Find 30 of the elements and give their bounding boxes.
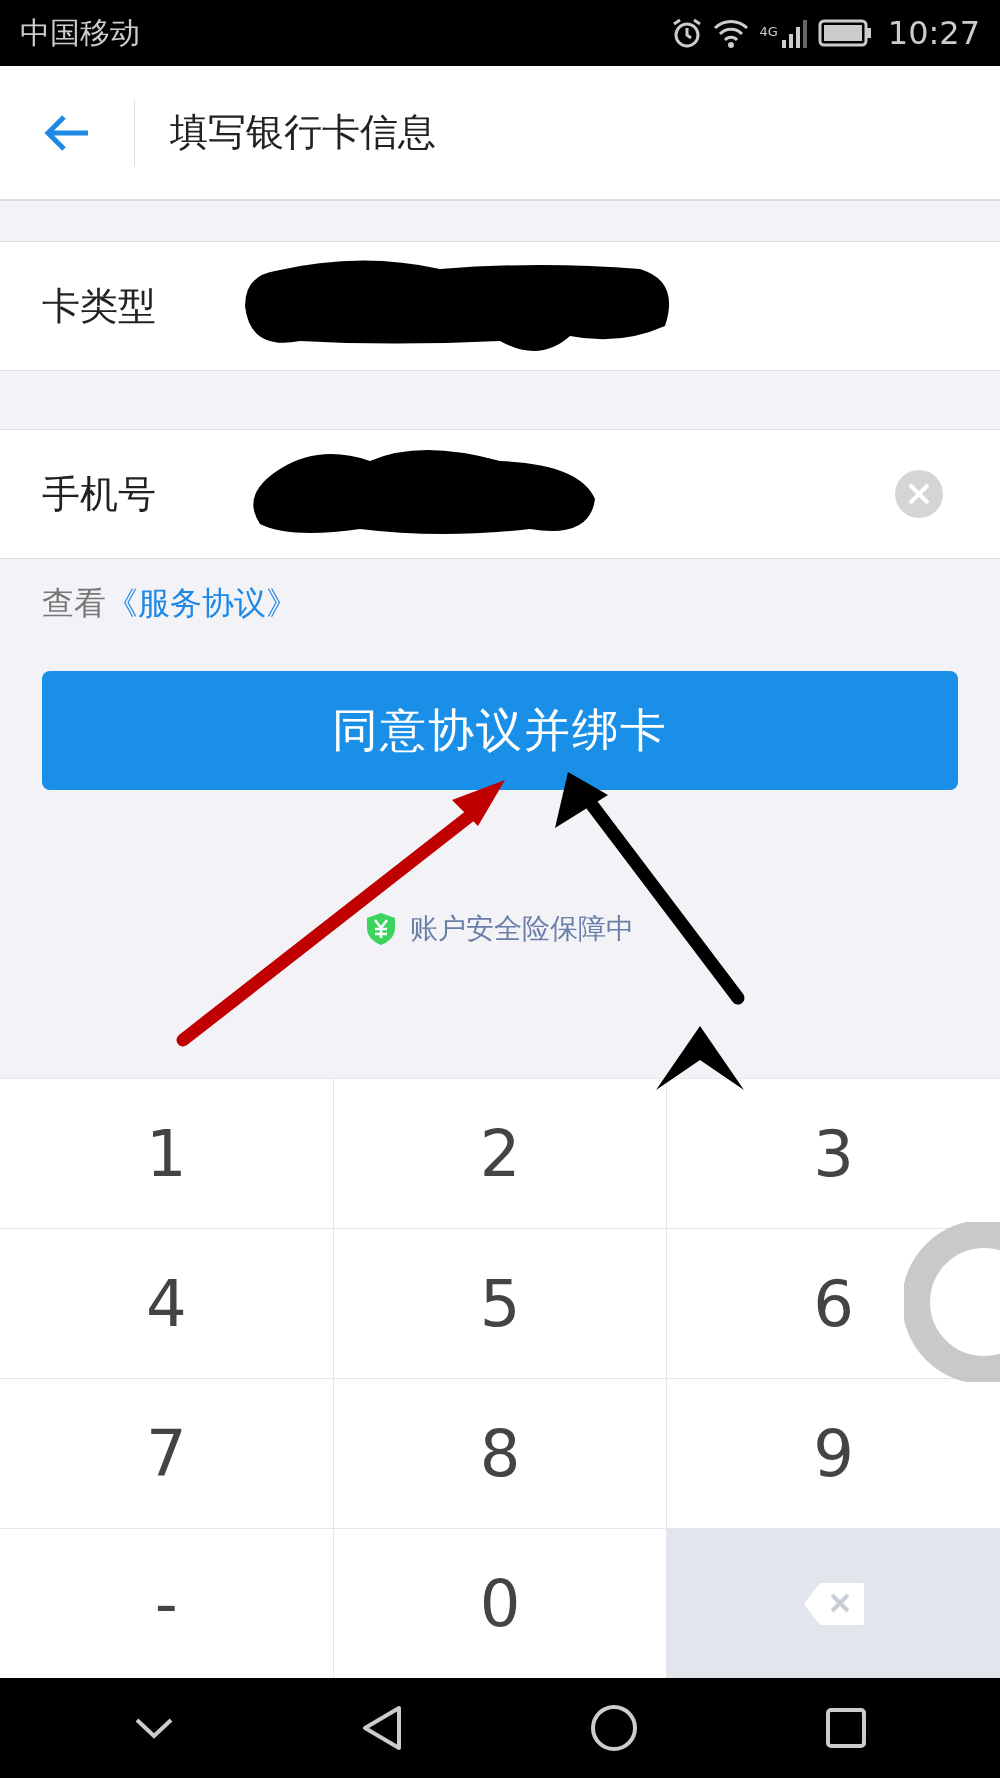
- chevron-down-icon[interactable]: [133, 1716, 174, 1740]
- back-icon[interactable]: [44, 113, 90, 152]
- shield-icon: [366, 912, 396, 946]
- back-nav-icon[interactable]: [360, 1704, 403, 1752]
- keypad-key[interactable]: 1: [0, 1079, 333, 1228]
- keypad-key[interactable]: 4: [0, 1229, 333, 1378]
- keypad-key[interactable]: 8: [333, 1379, 667, 1528]
- field-label: 手机号: [42, 470, 157, 518]
- keypad-key[interactable]: -: [0, 1529, 333, 1678]
- recents-icon[interactable]: [824, 1707, 867, 1749]
- wifi-icon: [713, 18, 750, 48]
- field-label: 卡类型: [42, 282, 157, 330]
- keypad-key[interactable]: 7: [0, 1379, 333, 1528]
- keypad-key[interactable]: 0: [333, 1529, 667, 1678]
- signal-icon: [781, 18, 808, 48]
- agreement-prefix: 查看: [42, 583, 106, 624]
- carrier-name: 中国移动: [20, 13, 140, 52]
- keypad-key[interactable]: 5: [333, 1229, 667, 1378]
- network-type: 4G: [759, 24, 778, 39]
- security-note: 账户安全险保障中: [410, 911, 634, 947]
- keypad-key[interactable]: 9: [667, 1379, 1000, 1528]
- form-row[interactable]: 卡类型: [0, 241, 1000, 371]
- clock: 10:27: [887, 14, 980, 52]
- keypad-key[interactable]: 2: [333, 1079, 667, 1228]
- backspace-icon: [801, 1580, 866, 1627]
- page-title: 填写银行卡信息: [170, 109, 436, 156]
- form-row[interactable]: 手机号: [0, 429, 1000, 559]
- home-icon[interactable]: [589, 1704, 638, 1752]
- battery-icon: [817, 19, 872, 47]
- keypad-key[interactable]: 3: [667, 1079, 1000, 1228]
